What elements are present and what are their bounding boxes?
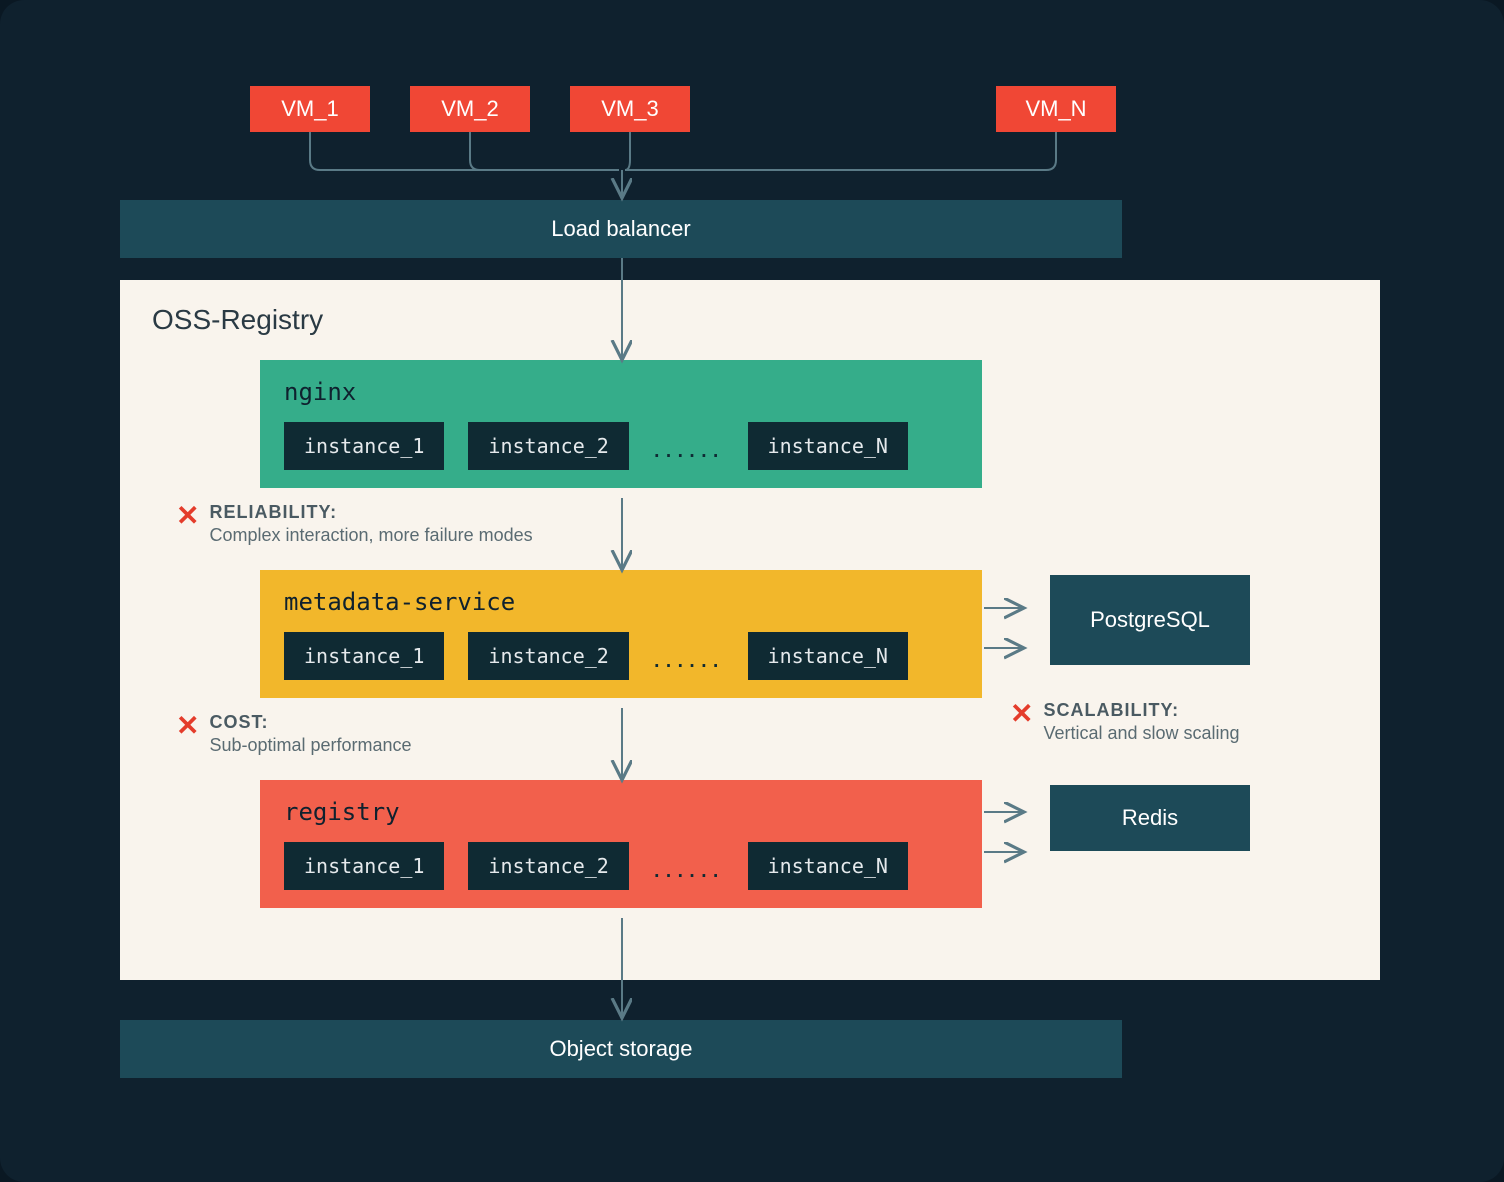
registry-instance-n: instance_N xyxy=(748,842,908,890)
postgresql-box: PostgreSQL xyxy=(1050,575,1250,665)
ellipsis-icon: ...... xyxy=(653,432,724,470)
reliability-issue: ✕ RELIABILITY: Complex interaction, more… xyxy=(176,502,533,547)
vm-3-box: VM_3 xyxy=(570,86,690,132)
load-balancer-box: Load balancer xyxy=(120,200,1122,258)
cost-label: COST: xyxy=(209,712,411,733)
scalability-issue: ✕ SCALABILITY: Vertical and slow scaling xyxy=(1010,700,1240,745)
cost-text: Sub-optimal performance xyxy=(209,733,411,757)
oss-registry-panel: OSS-Registry nginx instance_1 instance_2… xyxy=(120,280,1380,980)
x-icon: ✕ xyxy=(176,502,199,530)
oss-registry-title: OSS-Registry xyxy=(152,304,323,336)
registry-instance-1: instance_1 xyxy=(284,842,444,890)
registry-box: registry instance_1 instance_2 ...... in… xyxy=(260,780,982,908)
vm-1-box: VM_1 xyxy=(250,86,370,132)
reliability-text: Complex interaction, more failure modes xyxy=(209,523,532,547)
cost-issue: ✕ COST: Sub-optimal performance xyxy=(176,712,412,757)
metadata-instance-1: instance_1 xyxy=(284,632,444,680)
scalability-label: SCALABILITY: xyxy=(1043,700,1239,721)
x-icon: ✕ xyxy=(176,712,199,740)
vm-n-box: VM_N xyxy=(996,86,1116,132)
metadata-service-box: metadata-service instance_1 instance_2 .… xyxy=(260,570,982,698)
nginx-instance-n: instance_N xyxy=(748,422,908,470)
reliability-label: RELIABILITY: xyxy=(209,502,532,523)
metadata-instance-2: instance_2 xyxy=(468,632,628,680)
nginx-instance-1: instance_1 xyxy=(284,422,444,470)
metadata-title: metadata-service xyxy=(284,588,958,616)
registry-instances: instance_1 instance_2 ...... instance_N xyxy=(284,842,958,890)
registry-instance-2: instance_2 xyxy=(468,842,628,890)
nginx-box: nginx instance_1 instance_2 ...... insta… xyxy=(260,360,982,488)
nginx-title: nginx xyxy=(284,378,958,406)
vm-2-box: VM_2 xyxy=(410,86,530,132)
metadata-instance-n: instance_N xyxy=(748,632,908,680)
x-icon: ✕ xyxy=(1010,700,1033,728)
registry-title: registry xyxy=(284,798,958,826)
scalability-text: Vertical and slow scaling xyxy=(1043,721,1239,745)
nginx-instances: instance_1 instance_2 ...... instance_N xyxy=(284,422,958,470)
redis-box: Redis xyxy=(1050,785,1250,851)
diagram-canvas: VM_1 VM_2 VM_3 VM_N Load balancer OSS-Re… xyxy=(0,0,1504,1182)
nginx-instance-2: instance_2 xyxy=(468,422,628,470)
ellipsis-icon: ...... xyxy=(653,852,724,890)
object-storage-box: Object storage xyxy=(120,1020,1122,1078)
metadata-instances: instance_1 instance_2 ...... instance_N xyxy=(284,632,958,680)
ellipsis-icon: ...... xyxy=(653,642,724,680)
